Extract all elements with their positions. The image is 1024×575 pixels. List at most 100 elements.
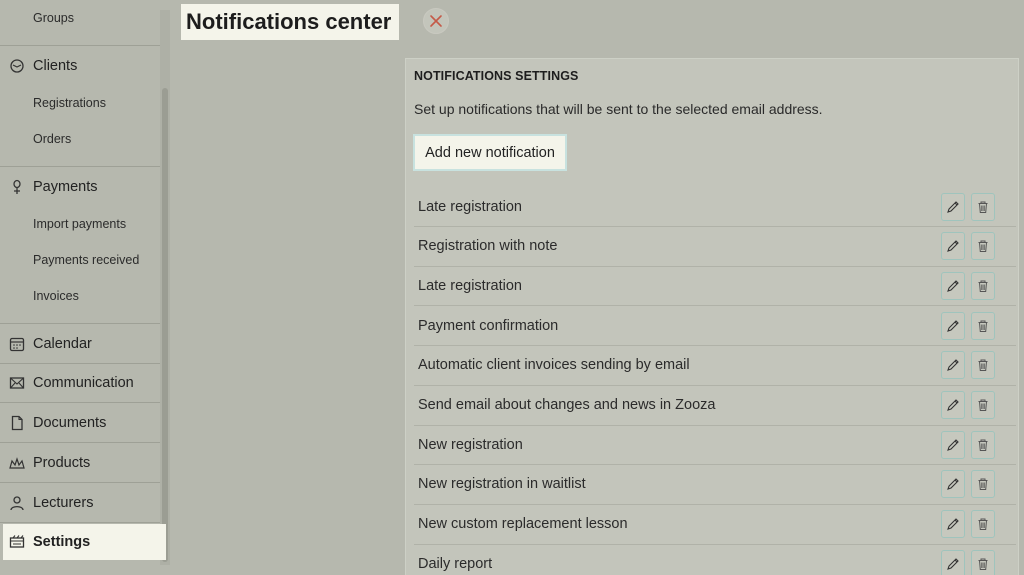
sidebar-item-label: Settings bbox=[33, 534, 91, 550]
delete-notification-button[interactable] bbox=[971, 510, 995, 539]
notification-row: Payment confirmation bbox=[414, 306, 1016, 347]
notification-row: Automatic client invoices sending by ema… bbox=[414, 346, 1016, 386]
sidebar: Groups Clients Registrations Orders Paym… bbox=[0, 0, 172, 575]
edit-notification-button[interactable] bbox=[941, 192, 965, 221]
delete-notification-button[interactable] bbox=[971, 549, 995, 575]
delete-notification-button[interactable] bbox=[971, 271, 995, 300]
edit-notification-button[interactable] bbox=[941, 430, 965, 459]
delete-notification-button[interactable] bbox=[971, 311, 995, 340]
delete-notification-button[interactable] bbox=[971, 351, 995, 380]
notification-row: New custom replacement lesson bbox=[414, 505, 1016, 545]
sidebar-divider bbox=[0, 402, 160, 403]
trash-icon bbox=[976, 319, 990, 333]
calendar-icon bbox=[8, 335, 26, 353]
mail-icon bbox=[8, 374, 26, 392]
sidebar-item-label: Clients bbox=[33, 58, 78, 74]
sidebar-divider bbox=[0, 482, 160, 483]
edit-notification-button[interactable] bbox=[941, 311, 965, 340]
sidebar-item-payments[interactable]: Payments bbox=[0, 177, 160, 197]
notification-label: New custom replacement lesson bbox=[418, 516, 628, 533]
notification-row: New registration bbox=[414, 425, 1016, 466]
notification-label: Late registration bbox=[418, 198, 522, 215]
sidebar-item-lecturers[interactable]: Lecturers bbox=[0, 493, 160, 513]
trash-icon bbox=[976, 200, 990, 214]
notifications-settings-panel: NOTIFICATIONS SETTINGS Set up notificati… bbox=[405, 58, 1019, 575]
edit-notification-button[interactable] bbox=[941, 391, 965, 419]
trash-icon bbox=[976, 438, 990, 452]
notification-label: Registration with note bbox=[418, 238, 558, 255]
delete-notification-button[interactable] bbox=[971, 470, 995, 499]
sidebar-divider bbox=[0, 442, 160, 443]
notification-label: Payment confirmation bbox=[418, 317, 559, 334]
sidebar-item-communication[interactable]: Communication bbox=[0, 373, 160, 393]
pencil-icon bbox=[946, 358, 960, 372]
notification-row: Late registration bbox=[414, 187, 1016, 227]
notification-label: Late registration bbox=[418, 277, 522, 294]
sidebar-item-groups[interactable]: Groups bbox=[0, 8, 160, 28]
edit-notification-button[interactable] bbox=[941, 232, 965, 261]
trash-icon bbox=[976, 477, 990, 491]
payments-icon bbox=[8, 178, 26, 196]
sidebar-item-label: Payments bbox=[33, 179, 98, 195]
sidebar-divider bbox=[0, 45, 160, 46]
panel-heading: NOTIFICATIONS SETTINGS bbox=[414, 69, 579, 83]
close-button[interactable] bbox=[423, 8, 449, 34]
edit-notification-button[interactable] bbox=[941, 510, 965, 539]
pencil-icon bbox=[946, 477, 960, 491]
sidebar-scrollbar[interactable] bbox=[162, 88, 168, 562]
edit-notification-button[interactable] bbox=[941, 549, 965, 575]
sidebar-item-invoices[interactable]: Invoices bbox=[0, 287, 160, 305]
edit-notification-button[interactable] bbox=[941, 351, 965, 380]
sidebar-item-label: Communication bbox=[33, 375, 134, 391]
sidebar-item-settings[interactable]: Settings bbox=[3, 524, 166, 560]
pencil-icon bbox=[946, 200, 960, 214]
sidebar-item-orders[interactable]: Orders bbox=[0, 130, 160, 148]
notification-label: New registration bbox=[418, 436, 523, 453]
sidebar-item-label: Orders bbox=[33, 132, 72, 146]
sidebar-item-label: Groups bbox=[33, 11, 74, 25]
sidebar-item-clients[interactable]: Clients bbox=[0, 56, 160, 76]
sidebar-item-label: Payments received bbox=[33, 253, 140, 267]
sidebar-item-label: Import payments bbox=[33, 217, 127, 231]
add-notification-button[interactable]: Add new notification bbox=[413, 134, 567, 171]
sidebar-item-registrations[interactable]: Registrations bbox=[0, 94, 160, 112]
panel-description: Set up notifications that will be sent t… bbox=[414, 101, 823, 117]
sidebar-item-import-payments[interactable]: Import payments bbox=[0, 215, 160, 233]
sidebar-divider bbox=[0, 323, 160, 324]
sidebar-item-products[interactable]: Products bbox=[0, 453, 160, 473]
notification-row: Daily report bbox=[414, 544, 1016, 575]
trash-icon bbox=[976, 557, 990, 571]
delete-notification-button[interactable] bbox=[971, 232, 995, 261]
trash-icon bbox=[976, 358, 990, 372]
user-icon bbox=[8, 494, 26, 512]
trash-icon bbox=[976, 279, 990, 293]
sidebar-item-calendar[interactable]: Calendar bbox=[0, 334, 160, 354]
trash-icon bbox=[976, 398, 990, 412]
edit-notification-button[interactable] bbox=[941, 271, 965, 300]
sidebar-item-documents[interactable]: Documents bbox=[0, 413, 160, 433]
document-icon bbox=[8, 414, 26, 432]
sidebar-item-label: Invoices bbox=[33, 289, 79, 303]
sidebar-item-label: Products bbox=[33, 455, 91, 471]
notification-label: Send email about changes and news in Zoo… bbox=[418, 397, 716, 413]
trash-icon bbox=[976, 517, 990, 531]
notification-row: Late registration bbox=[414, 266, 1016, 307]
edit-notification-button[interactable] bbox=[941, 470, 965, 499]
notification-row: New registration in waitlist bbox=[414, 465, 1016, 505]
sidebar-item-label: Lecturers bbox=[33, 495, 94, 511]
clients-icon bbox=[8, 57, 26, 75]
pencil-icon bbox=[946, 279, 960, 293]
pencil-icon bbox=[946, 319, 960, 333]
sidebar-item-label: Documents bbox=[33, 415, 107, 431]
pencil-icon bbox=[946, 557, 960, 571]
pencil-icon bbox=[946, 438, 960, 452]
delete-notification-button[interactable] bbox=[971, 430, 995, 459]
delete-notification-button[interactable] bbox=[971, 192, 995, 221]
sidebar-item-label: Registrations bbox=[33, 96, 106, 110]
delete-notification-button[interactable] bbox=[971, 391, 995, 419]
page-title: Notifications center bbox=[181, 4, 400, 40]
sidebar-item-payments-received[interactable]: Payments received bbox=[0, 251, 160, 269]
products-icon bbox=[8, 454, 26, 472]
sidebar-divider bbox=[0, 363, 160, 364]
notification-label: New registration in waitlist bbox=[418, 476, 586, 493]
